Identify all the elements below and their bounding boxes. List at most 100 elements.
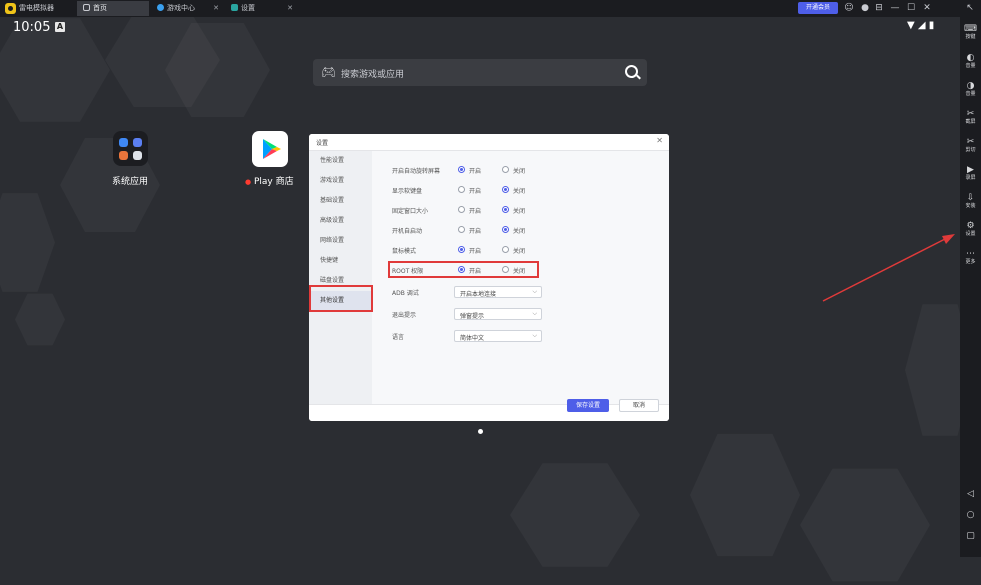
sidebar-item-more[interactable]: ⋯ 更多 xyxy=(960,249,981,266)
setting-label: 开启自动旋转屏幕 xyxy=(392,168,441,175)
tab-settings[interactable]: 设置 ✕ xyxy=(225,1,297,16)
sidebar-item-label: 更多 xyxy=(965,259,976,265)
sidebar-item-label: 剪切 xyxy=(965,147,976,153)
signal-icon: ◢ xyxy=(917,20,926,31)
sidebar-item-label: 截屏 xyxy=(965,119,976,125)
radio-label: 关闭 xyxy=(513,188,526,195)
app-label: ● Play 商店 xyxy=(245,174,294,187)
search-bar[interactable]: 🎮︎ 搜索游戏或应用 xyxy=(313,59,647,86)
collapse-icon[interactable]: ↖ xyxy=(964,2,976,14)
setting-label: 语言 xyxy=(392,334,405,341)
app-label-text: Play 商店 xyxy=(253,177,294,187)
tab-home[interactable]: 首页 xyxy=(77,1,149,16)
tab-close-icon[interactable]: ✕ xyxy=(213,1,219,16)
volume-down-icon: ◑ xyxy=(966,81,975,91)
page-indicator xyxy=(478,429,483,434)
gamepad-icon[interactable]: ☺ xyxy=(843,2,855,14)
nav-item-performance[interactable]: 性能设置 xyxy=(309,151,372,171)
radio-soft-keyboard-off[interactable] xyxy=(502,186,509,193)
setting-label: 开机自启动 xyxy=(392,228,423,235)
close-icon[interactable]: ✕ xyxy=(921,2,933,14)
sidebar-item-volume-down[interactable]: ◑ 音量 xyxy=(960,81,981,98)
radio-label: 关闭 xyxy=(513,208,526,215)
play-store-app[interactable] xyxy=(252,131,288,167)
sidebar-item-label: 设置 xyxy=(965,231,976,237)
radio-soft-keyboard-on[interactable] xyxy=(458,186,465,193)
app-mini-icon xyxy=(133,138,142,147)
radio-autostart-off[interactable] xyxy=(502,226,509,233)
sidebar-item-keymap[interactable]: ⌨ 按键 xyxy=(960,24,981,41)
radio-label: 开启 xyxy=(469,228,482,235)
system-apps-folder[interactable] xyxy=(113,131,148,166)
radio-mouse-mode-off[interactable] xyxy=(502,246,509,253)
setting-label: 显示软键盘 xyxy=(392,188,423,195)
tab-close-icon[interactable]: ✕ xyxy=(287,1,293,16)
home-circle-icon[interactable]: ○ xyxy=(960,510,981,520)
adb-debug-select[interactable]: 开启本地连接 ⌵ xyxy=(454,286,542,298)
radio-autostart-on[interactable] xyxy=(458,226,465,233)
radio-auto-rotate-on[interactable] xyxy=(458,166,465,173)
settings-tab-icon xyxy=(231,4,238,11)
chevron-down-icon: ⌵ xyxy=(532,310,537,317)
game-center-icon xyxy=(157,4,164,11)
radio-label: 关闭 xyxy=(513,228,526,235)
dialog-header: 设置 ✕ xyxy=(309,134,669,151)
sidebar-item-volume-up[interactable]: ◐ 音量 xyxy=(960,53,981,70)
sidebar-item-record[interactable]: ▶ 录屏 xyxy=(960,165,981,182)
sidebar-item-label: 录屏 xyxy=(965,175,976,181)
app-mini-icon xyxy=(119,151,128,160)
minimize-to-tray-icon[interactable]: ⊟ xyxy=(873,2,885,14)
settings-dialog: 设置 ✕ 性能设置 游戏设置 基础设置 高级设置 网络设置 快捷键 磁盘设置 其… xyxy=(309,134,669,421)
user-icon[interactable]: ● xyxy=(859,2,871,14)
back-icon[interactable]: ◁ xyxy=(960,489,981,499)
app-mini-icon xyxy=(119,138,128,147)
sidebar-item-cut[interactable]: ✂ 剪切 xyxy=(960,137,981,154)
sidebar-item-label: 安装 xyxy=(965,203,976,209)
search-placeholder: 搜索游戏或应用 xyxy=(341,70,405,80)
keyboard-icon: ⌨ xyxy=(964,24,977,34)
sidebar-item-settings[interactable]: ⚙ 设置 xyxy=(960,221,981,238)
chevron-down-icon: ⌵ xyxy=(532,288,537,295)
save-settings-button[interactable]: 保存设置 xyxy=(567,399,609,412)
install-icon: ⇩ xyxy=(966,193,975,203)
sidebar-item-screenshot[interactable]: ✂ 截屏 xyxy=(960,109,981,126)
chevron-down-icon: ⌵ xyxy=(532,332,537,339)
cancel-button[interactable]: 取消 xyxy=(619,399,659,412)
sidebar-item-install[interactable]: ⇩ 安装 xyxy=(960,193,981,210)
tab-label: 首页 xyxy=(93,4,107,12)
search-icon[interactable] xyxy=(625,65,638,78)
right-toolbar: ⌨ 按键 ◐ 音量 ◑ 音量 ✂ 截屏 ✂ 剪切 ▶ 录屏 ⇩ 安装 ⚙ 设置 ⋯ 更多 ◁ ○ … xyxy=(960,17,981,557)
volume-up-icon: ◐ xyxy=(966,53,975,63)
more-icon: ⋯ xyxy=(966,249,975,259)
nav-item-advanced[interactable]: 高级设置 xyxy=(309,211,372,231)
dialog-close-icon[interactable]: ✕ xyxy=(656,136,663,145)
radio-mouse-mode-on[interactable] xyxy=(458,246,465,253)
nav-item-shortcuts[interactable]: 快捷键 xyxy=(309,251,372,271)
highlight-box-root xyxy=(388,261,539,278)
select-value: 简体中文 xyxy=(460,335,485,342)
bg-hex xyxy=(0,193,55,292)
update-dot: ● xyxy=(245,178,252,186)
sidebar-item-label: 按键 xyxy=(965,34,976,40)
setting-label: 退出提示 xyxy=(392,312,417,319)
radio-auto-rotate-off[interactable] xyxy=(502,166,509,173)
bg-hex xyxy=(15,293,65,346)
nav-item-network[interactable]: 网络设置 xyxy=(309,231,372,251)
language-select[interactable]: 简体中文 ⌵ xyxy=(454,330,542,342)
gamepad-icon: 🎮︎ xyxy=(321,65,337,79)
bg-hex xyxy=(690,433,800,557)
select-value: 弹窗提示 xyxy=(460,313,485,320)
radio-label: 开启 xyxy=(469,248,482,255)
tab-game-center[interactable]: 游戏中心 ✕ xyxy=(151,1,223,16)
nav-item-basic[interactable]: 基础设置 xyxy=(309,191,372,211)
radio-fixed-window-on[interactable] xyxy=(458,206,465,213)
recent-apps-icon[interactable]: ▢ xyxy=(960,531,981,541)
exit-prompt-select[interactable]: 弹窗提示 ⌵ xyxy=(454,308,542,320)
radio-label: 关闭 xyxy=(513,168,526,175)
maximize-icon[interactable]: ☐ xyxy=(905,2,917,14)
vip-button[interactable]: 开通会员 xyxy=(798,2,838,14)
nav-item-game[interactable]: 游戏设置 xyxy=(309,171,372,191)
notification-badge: A xyxy=(55,22,65,32)
radio-fixed-window-off[interactable] xyxy=(502,206,509,213)
minimize-icon[interactable]: — xyxy=(889,2,901,14)
